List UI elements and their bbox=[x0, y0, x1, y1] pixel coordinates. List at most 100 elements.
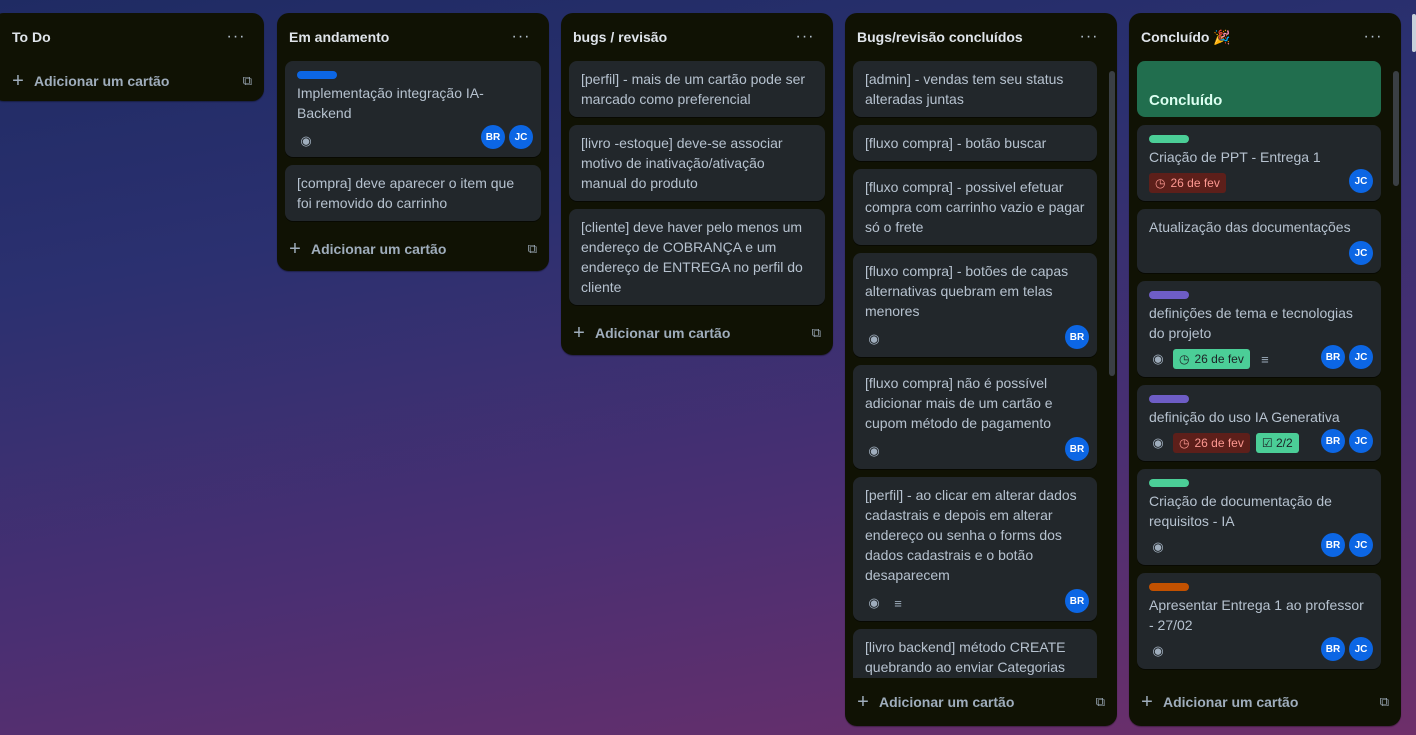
card-members: BR JC bbox=[481, 125, 533, 149]
card[interactable]: [cliente] deve haver pelo menos um ender… bbox=[569, 209, 825, 305]
board-scrollbar[interactable] bbox=[1412, 14, 1416, 52]
card-list: [perfil] - mais de um cartão pode ser ma… bbox=[561, 61, 833, 305]
label-green[interactable] bbox=[1149, 135, 1189, 143]
avatar[interactable]: BR bbox=[1065, 437, 1089, 461]
card[interactable]: [compra] deve aparecer o item que foi re… bbox=[285, 165, 541, 221]
card-badges: ◉ ≡ bbox=[865, 591, 1085, 615]
card[interactable]: [livro backend] método CREATE quebrando … bbox=[853, 629, 1097, 678]
scrollbar[interactable] bbox=[1109, 71, 1115, 376]
due-date-badge[interactable]: ◷ 26 de fev bbox=[1149, 173, 1226, 193]
clock-icon: ◷ bbox=[1179, 352, 1190, 366]
add-card-button[interactable]: + Adicionar um cartão bbox=[1137, 691, 1298, 714]
eye-icon: ◉ bbox=[868, 595, 880, 610]
plus-icon: + bbox=[573, 321, 585, 344]
card-list: Concluído Criação de PPT - Entrega 1 ◷ 2… bbox=[1129, 61, 1401, 678]
avatar[interactable]: BR bbox=[1321, 637, 1345, 661]
description-icon: ≡ bbox=[1261, 351, 1269, 367]
card-title: [fluxo compra] - possivel efetuar compra… bbox=[865, 179, 1085, 235]
card[interactable]: [admin] - vendas tem seu status alterada… bbox=[853, 61, 1097, 117]
scrollbar[interactable] bbox=[1393, 71, 1399, 186]
avatar[interactable]: BR bbox=[1065, 589, 1089, 613]
card-members: BR bbox=[1065, 325, 1089, 349]
list-title[interactable]: Em andamento bbox=[289, 29, 389, 45]
card-members: BR JC bbox=[1321, 637, 1373, 661]
card-title: definição do uso IA Generativa bbox=[1149, 409, 1340, 425]
avatar[interactable]: JC bbox=[1349, 429, 1373, 453]
label-blue[interactable] bbox=[297, 71, 337, 79]
checklist-count: 2/2 bbox=[1275, 436, 1293, 450]
card-template-icon[interactable]: ⧉ bbox=[528, 241, 537, 257]
card[interactable]: [perfil] - mais de um cartão pode ser ma… bbox=[569, 61, 825, 117]
checklist-badge[interactable]: ☑ 2/2 bbox=[1255, 433, 1299, 453]
due-date: 26 de fev bbox=[1194, 352, 1244, 366]
list-title[interactable]: To Do bbox=[12, 29, 51, 45]
list-menu-icon[interactable]: ··· bbox=[505, 28, 537, 46]
card[interactable]: [fluxo compra] - possivel efetuar compra… bbox=[853, 169, 1097, 245]
card-title: [livro -estoque] deve-se associar motivo… bbox=[581, 135, 783, 191]
avatar[interactable]: BR bbox=[1321, 533, 1345, 557]
add-card-button[interactable]: + Adicionar um cartão bbox=[569, 322, 730, 345]
card[interactable]: [fluxo compra] não é possível adicionar … bbox=[853, 365, 1097, 469]
cover-card-title: Concluído bbox=[1149, 92, 1223, 109]
card[interactable]: [fluxo compra] - botão buscar bbox=[853, 125, 1097, 161]
avatar[interactable]: JC bbox=[1349, 533, 1373, 557]
avatar[interactable]: BR bbox=[1321, 345, 1345, 369]
avatar[interactable]: BR bbox=[481, 125, 505, 149]
card-title: [perfil] - ao clicar em alterar dados ca… bbox=[865, 487, 1077, 583]
avatar[interactable]: JC bbox=[1349, 241, 1373, 265]
list-header: Em andamento ··· bbox=[277, 13, 549, 61]
add-card-label: Adicionar um cartão bbox=[1163, 694, 1299, 710]
avatar[interactable]: JC bbox=[1349, 169, 1373, 193]
card[interactable]: [livro -estoque] deve-se associar motivo… bbox=[569, 125, 825, 201]
due-date-badge[interactable]: ◷ 26 de fev bbox=[1173, 433, 1250, 453]
eye-icon: ◉ bbox=[868, 331, 880, 346]
card[interactable]: definições de tema e tecnologias do proj… bbox=[1137, 281, 1381, 377]
eye-icon: ◉ bbox=[868, 443, 880, 458]
card[interactable]: Criação de PPT - Entrega 1 ◷ 26 de fev J… bbox=[1137, 125, 1381, 201]
clock-icon: ◷ bbox=[1179, 436, 1190, 450]
card-title: definições de tema e tecnologias do proj… bbox=[1149, 305, 1353, 341]
avatar[interactable]: JC bbox=[1349, 345, 1373, 369]
list-title[interactable]: bugs / revisão bbox=[573, 29, 667, 45]
avatar[interactable]: BR bbox=[1065, 325, 1089, 349]
add-card-button[interactable]: + Adicionar um cartão bbox=[853, 691, 1014, 714]
card-badges: ◉ bbox=[865, 439, 1085, 463]
list-title[interactable]: Bugs/revisão concluídos bbox=[857, 29, 1023, 45]
list-menu-icon[interactable]: ··· bbox=[1357, 28, 1389, 46]
card-title: Criação de documentação de requisitos - … bbox=[1149, 493, 1332, 529]
card-template-icon[interactable]: ⧉ bbox=[1380, 694, 1389, 710]
list-menu-icon[interactable]: ··· bbox=[789, 28, 821, 46]
card[interactable]: Atualização das documentações JC bbox=[1137, 209, 1381, 273]
avatar[interactable]: BR bbox=[1321, 429, 1345, 453]
plus-icon: + bbox=[289, 237, 301, 260]
list-header: bugs / revisão ··· bbox=[561, 13, 833, 61]
card[interactable]: [perfil] - ao clicar em alterar dados ca… bbox=[853, 477, 1097, 621]
list-menu-icon[interactable]: ··· bbox=[220, 28, 252, 46]
card[interactable]: Implementação integração IA-Backend ◉ BR… bbox=[285, 61, 541, 157]
add-card-row: + Adicionar um cartão ⧉ bbox=[561, 313, 833, 353]
label-purple[interactable] bbox=[1149, 395, 1189, 403]
card-list: Implementação integração IA-Backend ◉ BR… bbox=[277, 61, 549, 221]
add-card-button[interactable]: + Adicionar um cartão bbox=[285, 238, 446, 261]
add-card-button[interactable]: + Adicionar um cartão bbox=[8, 70, 169, 93]
due-date-badge[interactable]: ◷ 26 de fev bbox=[1173, 349, 1250, 369]
avatar[interactable]: JC bbox=[509, 125, 533, 149]
label-orange[interactable] bbox=[1149, 583, 1189, 591]
avatar[interactable]: JC bbox=[1349, 637, 1373, 661]
list-menu-icon[interactable]: ··· bbox=[1073, 28, 1105, 46]
label-green[interactable] bbox=[1149, 479, 1189, 487]
card[interactable]: Apresentar Entrega 1 ao professor - 27/0… bbox=[1137, 573, 1381, 669]
card-title: [fluxo compra] - botões de capas alterna… bbox=[865, 263, 1069, 319]
cover-card[interactable]: Concluído bbox=[1137, 61, 1381, 117]
card-template-icon[interactable]: ⧉ bbox=[1096, 694, 1105, 710]
description-icon: ≡ bbox=[894, 595, 902, 611]
card[interactable]: [fluxo compra] - botões de capas alterna… bbox=[853, 253, 1097, 357]
card-members: BR bbox=[1065, 589, 1089, 613]
list-title[interactable]: Concluído 🎉 bbox=[1141, 29, 1231, 46]
label-purple[interactable] bbox=[1149, 291, 1189, 299]
card-badges: ◷ 26 de fev bbox=[1149, 171, 1369, 195]
card-template-icon[interactable]: ⧉ bbox=[243, 73, 252, 89]
card-template-icon[interactable]: ⧉ bbox=[812, 325, 821, 341]
card[interactable]: Criação de documentação de requisitos - … bbox=[1137, 469, 1381, 565]
card[interactable]: definição do uso IA Generativa ◉ ◷ 26 de… bbox=[1137, 385, 1381, 461]
